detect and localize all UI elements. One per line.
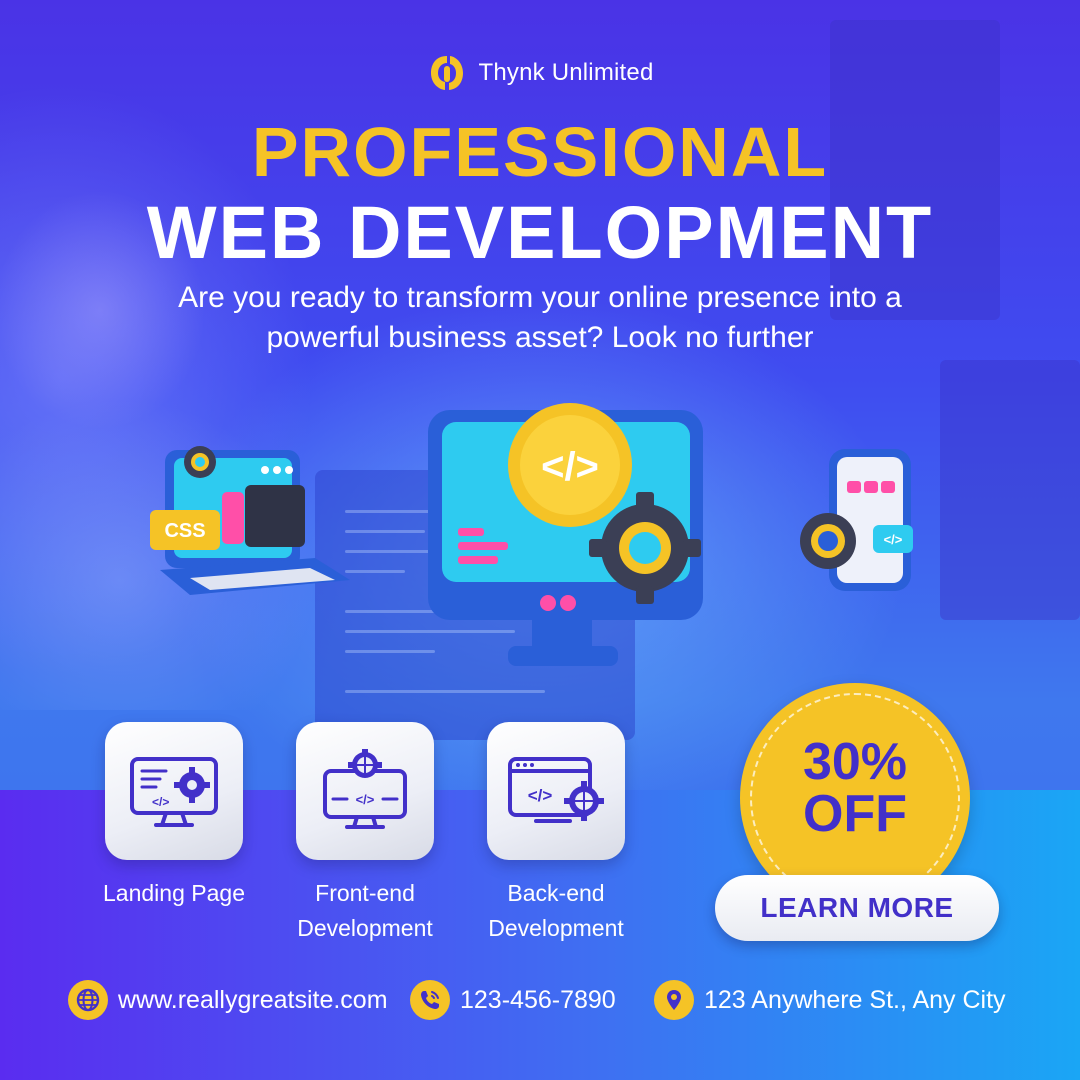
address-text: 123 Anywhere St., Any City — [704, 985, 1006, 1014]
service-card[interactable]: </> — [105, 722, 243, 860]
svg-text:</>: </> — [152, 795, 169, 809]
monitor-code-illustration: </> — [428, 403, 703, 666]
headline-line-2: WEB DEVELOPMENT — [146, 191, 934, 274]
poster-canvas: Thynk Unlimited PROFESSIONAL WEB DEVELOP… — [0, 0, 1080, 1080]
service-card[interactable]: </> — [487, 722, 625, 860]
globe-icon — [68, 980, 108, 1020]
contact-website[interactable]: www.reallygreatsite.com — [68, 980, 388, 1020]
brand-name: Thynk Unlimited — [478, 59, 654, 86]
learn-more-button[interactable]: LEARN MORE — [715, 875, 999, 941]
service-landing-page[interactable]: </> Landing Page — [74, 722, 274, 911]
discount-percent: 30% — [802, 733, 908, 791]
svg-text:</>: </> — [528, 786, 553, 805]
phone-text[interactable]: 123-456-7890 — [460, 986, 616, 1015]
website-text[interactable]: www.reallygreatsite.com — [118, 986, 388, 1015]
brand-header: Thynk Unlimited — [0, 52, 1080, 94]
background-server-rack — [940, 360, 1080, 620]
headline-line-1: PROFESSIONAL — [251, 113, 829, 191]
service-back-end-development[interactable]: </> Back-end Development — [456, 722, 656, 946]
svg-text:</>: </> — [541, 445, 599, 489]
smartphone-illustration: </> — [800, 449, 913, 591]
browser-code-globe-icon: </> — [508, 757, 604, 823]
thynk-logo-icon — [431, 56, 464, 90]
service-label: Front-end Development — [297, 880, 433, 941]
service-label: Back-end Development — [488, 880, 624, 941]
phone-icon — [410, 980, 450, 1020]
monitor-globe-code-icon: </> — [323, 749, 407, 829]
monitor-gear-icon: </> — [130, 757, 218, 827]
contact-address[interactable]: 123 Anywhere St., Any City — [654, 980, 1006, 1020]
laptop-css-illustration: CSS — [150, 446, 350, 595]
service-label: Landing Page — [103, 880, 245, 906]
discount-off-label: OFF — [803, 785, 907, 843]
svg-text:</>: </> — [884, 532, 903, 547]
svg-text:CSS: CSS — [164, 520, 205, 542]
subtitle: Are you ready to transform your online p… — [178, 281, 902, 354]
service-front-end-development[interactable]: </> Front-end Development — [265, 722, 465, 946]
location-pin-icon — [654, 980, 694, 1020]
service-card[interactable]: </> — [296, 722, 434, 860]
contact-phone[interactable]: 123-456-7890 — [410, 980, 616, 1020]
svg-text:</>: </> — [356, 792, 375, 807]
